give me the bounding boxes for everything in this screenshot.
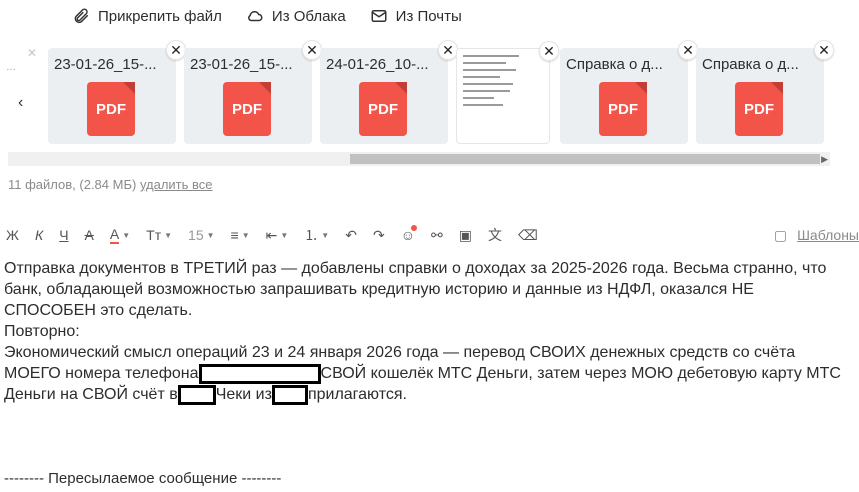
files-info: 11 файлов, (2.84 МБ) удалить все bbox=[8, 177, 213, 192]
redaction-box bbox=[271, 384, 308, 405]
image-icon: ▣ bbox=[458, 226, 472, 243]
underline-icon: Ч bbox=[59, 227, 69, 243]
undo-icon: ↶ bbox=[345, 226, 357, 243]
forwarded-separator: -------- Пересылаемое сообщение -------- bbox=[4, 470, 282, 487]
chevron-down-icon: ▼ bbox=[122, 230, 131, 240]
scroll-left-button[interactable]: ‹ bbox=[18, 94, 23, 112]
chevron-down-icon: ▼ bbox=[206, 230, 215, 240]
pdf-file-icon: PDF bbox=[223, 82, 271, 136]
strikethrough-button[interactable]: А bbox=[85, 227, 94, 243]
font-button[interactable]: Тт ▼ bbox=[146, 227, 172, 243]
emoji-button[interactable]: ☺ bbox=[401, 225, 417, 243]
remove-attachment-button[interactable]: ✕ bbox=[302, 40, 322, 60]
link-button[interactable]: ⚯ bbox=[431, 227, 443, 244]
translate-icon: 文 bbox=[487, 227, 502, 243]
format-toolbar: Ж К Ч А А ▼ Тт ▼ 15 ▼ ≡ ▼ ⇤ ▼ ⒈ ▼ ↶ ↷ ☺ ⚯ ▣ 文 … bbox=[6, 224, 859, 246]
delete-all-link[interactable]: удалить все bbox=[140, 177, 213, 192]
text-color-button[interactable]: А ▼ bbox=[109, 226, 131, 244]
italic-icon: К bbox=[34, 227, 44, 243]
templates-area: ▢ Шаблоны bbox=[774, 227, 859, 244]
indent-button[interactable]: ⇤ ▼ bbox=[266, 227, 289, 244]
font-size-select[interactable]: 15 ▼ bbox=[188, 227, 215, 243]
link-icon: ⚯ bbox=[430, 226, 443, 243]
eraser-icon: ⌫ bbox=[517, 226, 538, 243]
attach-file-label: Прикрепить файл bbox=[98, 7, 222, 25]
document-preview-thumbnail bbox=[463, 55, 525, 111]
attachment-name: 24-01-26_10-... bbox=[326, 56, 429, 73]
attachment-name: Справка о д... bbox=[566, 56, 663, 73]
chevron-down-icon: ▼ bbox=[280, 230, 289, 240]
italic-button[interactable]: К bbox=[35, 227, 43, 243]
align-icon: ≡ bbox=[230, 227, 239, 243]
hidden-card-edge: … bbox=[6, 62, 16, 73]
body-text-segment: прилагаются. bbox=[307, 386, 407, 403]
scrollbar-thumb[interactable] bbox=[350, 154, 820, 164]
body-paragraph: Повторно: bbox=[4, 323, 80, 340]
attachment-card[interactable]: 23-01-26_15-... PDF ✕ bbox=[48, 40, 186, 144]
bold-button[interactable]: Ж bbox=[6, 227, 19, 243]
remove-attachment-button[interactable]: ✕ bbox=[166, 40, 186, 60]
body-paragraph: Отправка документов в ТРЕТИЙ раз — добав… bbox=[4, 260, 831, 319]
pdf-file-icon: PDF bbox=[735, 82, 783, 136]
list-button[interactable]: ⒈ ▼ bbox=[304, 225, 329, 245]
notification-dot bbox=[410, 225, 417, 231]
indent-icon: ⇤ bbox=[265, 226, 278, 243]
chevron-down-icon: ▼ bbox=[321, 230, 330, 240]
remove-attachment-button[interactable]: ✕ bbox=[678, 40, 698, 60]
remove-attachment-button[interactable]: ✕ bbox=[814, 40, 834, 60]
pdf-file-icon: PDF bbox=[599, 82, 647, 136]
message-body[interactable]: Отправка документов в ТРЕТИЙ раз — добав… bbox=[4, 258, 844, 405]
attachment-card[interactable]: 23-01-26_15-... PDF ✕ bbox=[184, 40, 322, 144]
attachments-strip: ✕ … ‹ 23-01-26_15-... PDF ✕ 23-01-26_15-… bbox=[0, 40, 835, 166]
body-text-segment: Чеки из bbox=[215, 386, 272, 403]
attachment-card[interactable]: Справка о д... PDF ✕ bbox=[560, 40, 698, 144]
font-icon: Тт bbox=[146, 227, 162, 243]
align-button[interactable]: ≡ ▼ bbox=[231, 227, 250, 243]
redaction-box bbox=[198, 363, 321, 384]
templates-link[interactable]: Шаблоны bbox=[797, 227, 859, 243]
attachments-scrollbar[interactable]: ▶ bbox=[8, 152, 830, 166]
envelope-icon bbox=[371, 10, 387, 22]
numbered-list-icon: ⒈ bbox=[304, 227, 319, 243]
from-cloud-label: Из Облака bbox=[271, 7, 346, 25]
underline-button[interactable]: Ч bbox=[59, 227, 68, 243]
redo-button[interactable]: ↷ bbox=[373, 227, 385, 244]
bold-icon: Ж bbox=[6, 227, 19, 243]
redo-icon: ↷ bbox=[372, 226, 385, 243]
from-mail-button[interactable]: Из Почты bbox=[370, 7, 462, 25]
redaction-box bbox=[177, 384, 216, 405]
attach-file-button[interactable]: Прикрепить файл bbox=[72, 7, 222, 25]
chevron-down-icon: ▼ bbox=[241, 230, 250, 240]
image-button[interactable]: ▣ bbox=[459, 227, 472, 244]
remove-attachment-button[interactable]: ✕ bbox=[539, 41, 559, 61]
files-summary: 11 файлов, (2.84 МБ) bbox=[8, 177, 137, 192]
font-size-value: 15 bbox=[188, 227, 204, 243]
templates-icon: ▢ bbox=[773, 226, 788, 243]
pdf-file-icon: PDF bbox=[87, 82, 135, 136]
attachment-card[interactable]: 24-01-26_10-... PDF ✕ bbox=[320, 40, 458, 144]
attach-bar: Прикрепить файл Из Облака Из Почты bbox=[72, 4, 462, 28]
text-color-icon: А bbox=[109, 226, 120, 244]
clear-format-button[interactable]: ⌫ bbox=[518, 227, 538, 244]
strikethrough-icon: А bbox=[84, 227, 94, 243]
attachment-card[interactable]: Справка о д... PDF ✕ bbox=[696, 40, 834, 144]
hidden-card-close-icon: ✕ bbox=[27, 46, 38, 60]
from-cloud-button[interactable]: Из Облака bbox=[246, 7, 346, 25]
attachment-name: Справка о д... bbox=[702, 56, 799, 73]
undo-button[interactable]: ↶ bbox=[345, 227, 357, 244]
attachment-name: 23-01-26_15-... bbox=[190, 56, 293, 73]
attachment-card-image[interactable]: ✕ bbox=[456, 41, 559, 144]
scroll-right-arrow-icon[interactable]: ▶ bbox=[821, 152, 828, 166]
attachment-name: 23-01-26_15-... bbox=[54, 56, 157, 73]
from-mail-label: Из Почты bbox=[395, 7, 462, 25]
paperclip-icon bbox=[74, 8, 89, 24]
translate-button[interactable]: 文 bbox=[488, 225, 502, 245]
chevron-down-icon: ▼ bbox=[164, 230, 173, 240]
body-paragraph: Экономический смысл операций 23 и 24 янв… bbox=[4, 342, 844, 405]
cloud-icon bbox=[248, 10, 263, 22]
pdf-file-icon: PDF bbox=[359, 82, 407, 136]
remove-attachment-button[interactable]: ✕ bbox=[438, 40, 458, 60]
